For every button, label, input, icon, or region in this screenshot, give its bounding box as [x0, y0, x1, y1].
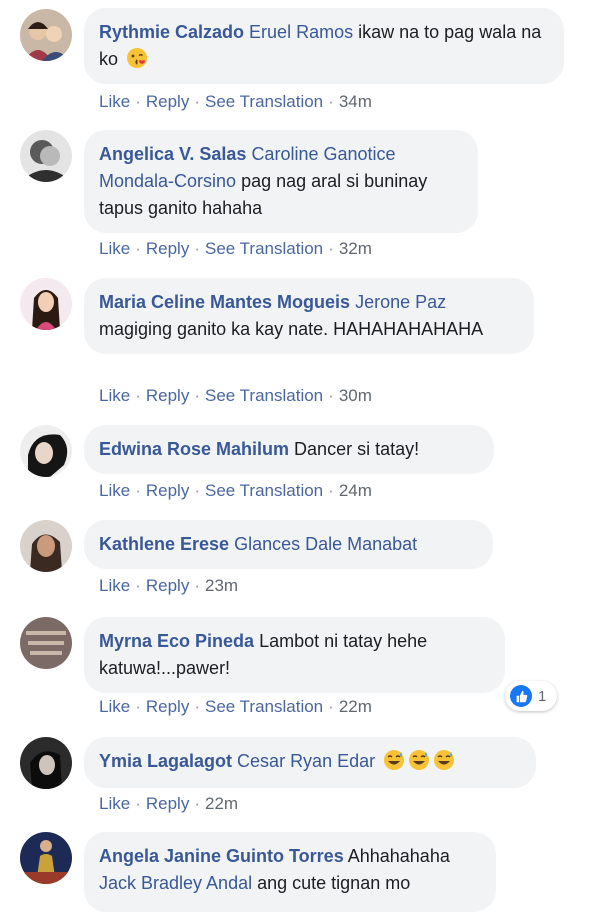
reply-link[interactable]: Reply: [146, 697, 189, 716]
timestamp[interactable]: 34m: [339, 92, 372, 111]
see-translation-link[interactable]: See Translation: [205, 92, 323, 111]
comment-author[interactable]: Rythmie Calzado: [99, 22, 244, 42]
comment-actions: Like · Reply · See Translation · 30m: [99, 386, 372, 406]
tagged-user[interactable]: Eruel Ramos: [249, 22, 353, 42]
separator: ·: [135, 794, 141, 813]
tagged-user[interactable]: Jack Bradley Andal: [99, 873, 252, 893]
comment-text: magiging ganito ka kay nate. HAHAHAHAHAH…: [99, 319, 484, 339]
see-translation-link[interactable]: See Translation: [205, 386, 323, 405]
avatar[interactable]: [20, 737, 72, 789]
separator: ·: [194, 794, 200, 813]
avatar[interactable]: [20, 832, 72, 884]
separator: ·: [135, 576, 141, 595]
comment-text: Dancer si tatay!: [294, 439, 420, 459]
timestamp[interactable]: 22m: [205, 794, 238, 813]
timestamp[interactable]: 22m: [339, 697, 372, 716]
avatar[interactable]: [20, 617, 72, 669]
comment-bubble: Maria Celine Mantes Mogueis Jerone Paz m…: [84, 278, 534, 354]
separator: ·: [328, 386, 334, 405]
comment-author[interactable]: Angelica V. Salas: [99, 144, 246, 164]
timestamp[interactable]: 32m: [339, 239, 372, 258]
comment-text: ang cute tignan mo: [257, 873, 411, 893]
comment-bubble: Rythmie Calzado Eruel Ramos ikaw na to p…: [84, 8, 564, 84]
tagged-user[interactable]: Jerone Paz: [355, 292, 446, 312]
comment-bubble: Angela Janine Guinto Torres Ahhahahaha J…: [84, 832, 496, 912]
separator: ·: [135, 481, 141, 500]
sweat-smile-emoji-group: [380, 750, 455, 771]
separator: ·: [194, 92, 200, 111]
comment-text: Ahhahahaha: [347, 846, 450, 866]
comment-author[interactable]: Angela Janine Guinto Torres: [99, 846, 344, 866]
like-link[interactable]: Like: [99, 386, 130, 405]
like-link[interactable]: Like: [99, 239, 130, 258]
like-link[interactable]: Like: [99, 576, 130, 595]
avatar[interactable]: [20, 130, 72, 182]
reply-link[interactable]: Reply: [146, 239, 189, 258]
sweat-smile-emoji: [409, 750, 430, 770]
separator: ·: [194, 386, 200, 405]
timestamp[interactable]: 24m: [339, 481, 372, 500]
separator: ·: [328, 92, 334, 111]
reply-link[interactable]: Reply: [146, 481, 189, 500]
separator: ·: [135, 697, 141, 716]
avatar[interactable]: [20, 520, 72, 572]
timestamp[interactable]: 23m: [205, 576, 238, 595]
comment-actions: Like · Reply · See Translation · 22m: [99, 697, 372, 717]
reply-link[interactable]: Reply: [146, 386, 189, 405]
separator: ·: [328, 239, 334, 258]
reaction-count: 1: [538, 687, 547, 705]
separator: ·: [328, 481, 334, 500]
sweat-smile-emoji: [384, 750, 405, 770]
comment-bubble: Edwina Rose Mahilum Dancer si tatay!: [84, 425, 494, 474]
separator: ·: [135, 92, 141, 111]
see-translation-link[interactable]: See Translation: [205, 697, 323, 716]
separator: ·: [194, 481, 200, 500]
separator: ·: [194, 239, 200, 258]
comment-author[interactable]: Ymia Lagalagot: [99, 751, 232, 771]
avatar[interactable]: [20, 278, 72, 330]
separator: ·: [135, 386, 141, 405]
tagged-user[interactable]: Glances Dale Manabat: [234, 534, 417, 554]
comment-bubble: Ymia Lagalagot Cesar Ryan Edar: [84, 737, 536, 788]
comment-actions: Like · Reply · See Translation · 24m: [99, 481, 372, 501]
comment-bubble: Myrna Eco Pineda Lambot ni tatay hehe ka…: [84, 617, 505, 693]
like-link[interactable]: Like: [99, 481, 130, 500]
comment-actions: Like · Reply · 22m: [99, 794, 238, 814]
separator: ·: [328, 697, 334, 716]
reply-link[interactable]: Reply: [146, 92, 189, 111]
kissing-face-emoji: [127, 48, 148, 68]
tagged-user[interactable]: Cesar Ryan Edar: [237, 751, 375, 771]
separator: ·: [135, 239, 141, 258]
timestamp[interactable]: 30m: [339, 386, 372, 405]
avatar[interactable]: [20, 9, 72, 61]
comment-author[interactable]: Maria Celine Mantes Mogueis: [99, 292, 350, 312]
avatar[interactable]: [20, 425, 72, 477]
reply-link[interactable]: Reply: [146, 794, 189, 813]
sweat-smile-emoji: [434, 750, 455, 770]
comment-author[interactable]: Edwina Rose Mahilum: [99, 439, 289, 459]
comment-author[interactable]: Kathlene Erese: [99, 534, 229, 554]
comment-bubble: Angelica V. Salas Caroline Ganotice Mond…: [84, 130, 478, 233]
like-link[interactable]: Like: [99, 92, 130, 111]
separator: ·: [194, 697, 200, 716]
reaction-count-badge[interactable]: 1: [505, 681, 557, 711]
comment-bubble: Kathlene Erese Glances Dale Manabat: [84, 520, 493, 569]
comment-actions: Like · Reply · See Translation · 32m: [99, 239, 372, 259]
reply-link[interactable]: Reply: [146, 576, 189, 595]
see-translation-link[interactable]: See Translation: [205, 481, 323, 500]
like-link[interactable]: Like: [99, 794, 130, 813]
separator: ·: [194, 576, 200, 595]
thumbs-up-icon: [510, 685, 532, 707]
see-translation-link[interactable]: See Translation: [205, 239, 323, 258]
comment-actions: Like · Reply · 23m: [99, 576, 238, 596]
comment-author[interactable]: Myrna Eco Pineda: [99, 631, 254, 651]
comment-actions: Like · Reply · See Translation · 34m: [99, 92, 372, 112]
like-link[interactable]: Like: [99, 697, 130, 716]
